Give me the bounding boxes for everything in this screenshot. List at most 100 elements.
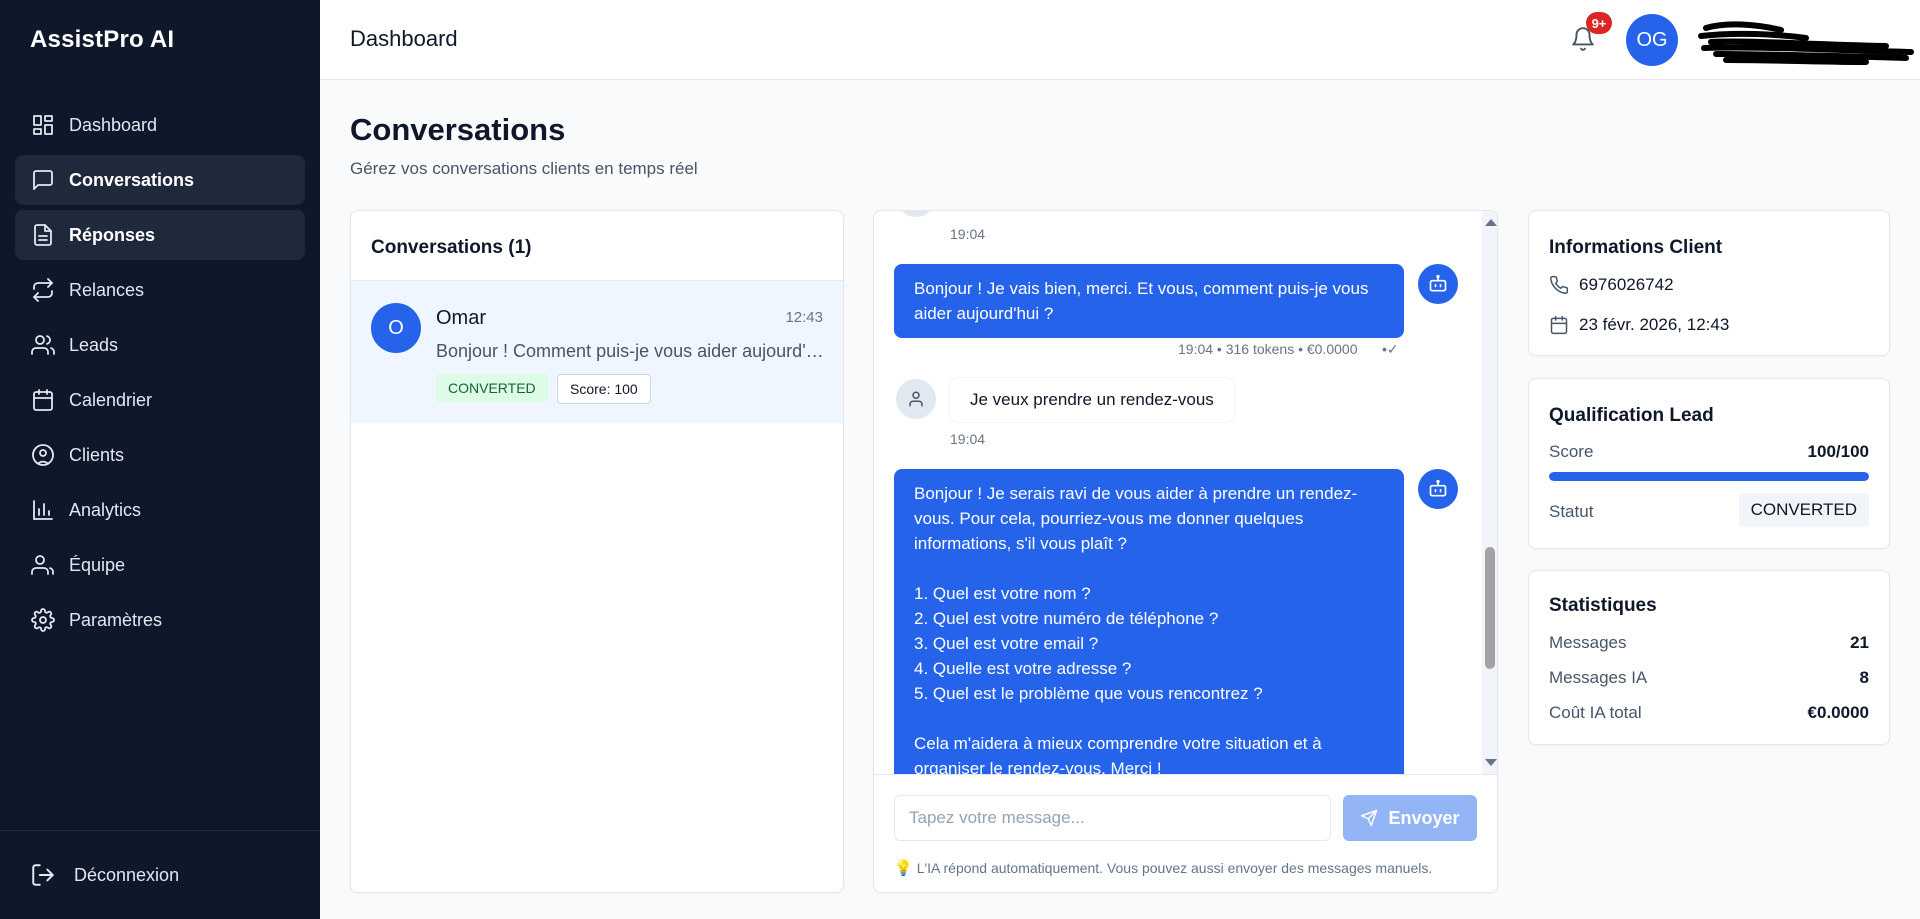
users-icon	[31, 333, 55, 357]
score-badge: Score: 100	[557, 374, 651, 404]
scroll-up-arrow-icon[interactable]	[1485, 219, 1497, 226]
redacted-username-scribble	[1698, 21, 1914, 65]
repeat-icon	[31, 278, 55, 302]
sidebar-item-label: Clients	[69, 444, 125, 465]
statistics-card: Statistiques Messages 21 Messages IA 8 C…	[1528, 570, 1890, 745]
conversation-preview: Bonjour ! Comment puis-je vous aider auj…	[436, 341, 826, 361]
sidebar-item-leads[interactable]: Leads	[15, 320, 305, 370]
lead-qualification-card: Qualification Lead Score 100/100 Statut …	[1528, 378, 1890, 549]
ai-message-bubble: Bonjour ! Je vais bien, merci. Et vous, …	[894, 264, 1404, 338]
sidebar-item-relances[interactable]: Relances	[15, 265, 305, 315]
message-composer: Envoyer 💡 L'IA répond automatiquement. V…	[874, 774, 1497, 892]
sidebar-item-dashboard[interactable]: Dashboard	[15, 100, 305, 150]
ai-message-bubble: Bonjour ! Je serais ravi de vous aider à…	[894, 469, 1404, 774]
user-message-avatar	[896, 379, 936, 419]
stat-label: Coût IA total	[1549, 703, 1642, 722]
contact-avatar: O	[371, 303, 421, 353]
sidebar-item-label: Paramètres	[69, 609, 163, 630]
message-thread[interactable]: 19:04 Bonjour ! Je vais bien, merci. Et …	[874, 211, 1497, 774]
sidebar-nav: Dashboard Conversations Réponses Relance…	[15, 100, 305, 650]
page-subtitle: Gérez vos conversations clients en temps…	[350, 159, 698, 178]
conversation-list-item[interactable]: O Omar 12:43 Bonjour ! Comment puis-je v…	[351, 281, 843, 423]
contact-name: Omar	[436, 307, 486, 329]
message-timestamp: 19:04	[950, 226, 986, 242]
logout-icon	[32, 864, 54, 886]
stat-value: 8	[1859, 668, 1869, 687]
stat-value: €0.0000	[1807, 703, 1869, 722]
client-date-value: 23 févr. 2026, 12:43	[1579, 315, 1730, 334]
sidebar-item-clients[interactable]: Clients	[15, 430, 305, 480]
client-info-title: Informations Client	[1549, 237, 1723, 258]
calendar-icon	[1550, 315, 1568, 335]
logout-label: Déconnexion	[74, 864, 180, 885]
sidebar-item-equipe[interactable]: Équipe	[15, 540, 305, 590]
sidebar-item-calendrier[interactable]: Calendrier	[15, 375, 305, 425]
conversation-list-header: Conversations (1)	[351, 211, 843, 281]
client-info-card: Informations Client 6976026742 23 févr. …	[1528, 210, 1890, 356]
chat-scrollbar[interactable]	[1482, 211, 1497, 774]
conversation-list-panel: Conversations (1) O Omar 12:43 Bonjour !…	[350, 210, 844, 893]
status-label: Statut	[1549, 502, 1594, 521]
sidebar-item-label: Réponses	[69, 224, 156, 245]
sidebar-item-label: Analytics	[69, 499, 142, 520]
client-phone-value: 6976026742	[1579, 275, 1674, 294]
send-button[interactable]: Envoyer	[1343, 795, 1477, 841]
sidebar-item-reponses[interactable]: Réponses	[15, 210, 305, 260]
sidebar-item-label: Leads	[69, 334, 119, 355]
user-circle-icon	[31, 443, 55, 467]
message-timestamp: 19:04	[950, 431, 986, 447]
stat-value: 21	[1850, 633, 1869, 652]
message-square-icon	[31, 168, 55, 192]
bot-icon	[1429, 274, 1447, 292]
auto-reply-hint: 💡 L'IA répond automatiquement. Vous pouv…	[894, 859, 1432, 877]
client-date: 23 févr. 2026, 12:43	[1549, 315, 1729, 335]
client-phone: 6976026742	[1549, 275, 1674, 295]
statistics-title: Statistiques	[1549, 595, 1657, 616]
bot-avatar	[1418, 264, 1458, 304]
scrollbar-thumb[interactable]	[1485, 547, 1495, 669]
logout-button[interactable]: Déconnexion	[30, 862, 179, 888]
sidebar-item-label: Équipe	[69, 554, 126, 575]
notification-badge: 9+	[1586, 12, 1612, 34]
send-icon	[1361, 809, 1378, 827]
sidebar-item-label: Relances	[69, 279, 145, 300]
top-header: Dashboard 9+ OG	[320, 0, 1920, 80]
sidebar-item-label: Dashboard	[69, 114, 158, 135]
header-title: Dashboard	[350, 26, 458, 51]
score-label: Score	[1549, 442, 1594, 461]
bot-icon	[1429, 479, 1447, 497]
phone-icon	[1550, 275, 1569, 295]
sidebar-item-conversations[interactable]: Conversations	[15, 155, 305, 205]
qualification-title: Qualification Lead	[1549, 405, 1714, 426]
lightbulb-icon: 💡	[894, 860, 913, 877]
sidebar-item-label: Conversations	[69, 169, 195, 190]
bot-avatar	[1418, 469, 1458, 509]
sidebar-item-label: Calendrier	[69, 389, 153, 410]
scroll-down-arrow-icon[interactable]	[1485, 759, 1497, 766]
delivered-check-icon: •✓	[1382, 341, 1399, 357]
user-icon	[909, 391, 923, 407]
stat-label: Messages IA	[1549, 668, 1648, 687]
user-avatar[interactable]: OG	[1626, 14, 1678, 66]
calendar-icon	[31, 388, 55, 412]
sidebar-item-analytics[interactable]: Analytics	[15, 485, 305, 535]
message-meta: 19:04 • 316 tokens • €0.0000	[1178, 341, 1358, 357]
sidebar-item-parametres[interactable]: Paramètres	[15, 595, 305, 645]
user-message-bubble: Je veux prendre un rendez-vous	[950, 378, 1234, 422]
gear-icon	[31, 608, 55, 632]
sidebar: AssistPro AI Dashboard Conversations Rép…	[0, 0, 320, 919]
brand-logo: AssistPro AI	[30, 26, 175, 53]
hint-text: L'IA répond automatiquement. Vous pouvez…	[916, 860, 1433, 876]
file-text-icon	[31, 223, 55, 247]
message-input[interactable]	[894, 795, 1331, 841]
score-progress-fill	[1549, 472, 1869, 481]
user-message-avatar	[896, 211, 936, 217]
score-value: 100/100	[1807, 442, 1869, 461]
send-button-label: Envoyer	[1388, 807, 1460, 828]
lead-status-badge: CONVERTED	[1738, 493, 1869, 527]
sidebar-divider	[0, 830, 320, 831]
chat-panel: 19:04 Bonjour ! Je vais bien, merci. Et …	[873, 210, 1498, 893]
status-badge: CONVERTED	[436, 374, 548, 402]
page-title: Conversations	[350, 112, 566, 147]
score-progress-bar	[1549, 472, 1869, 481]
